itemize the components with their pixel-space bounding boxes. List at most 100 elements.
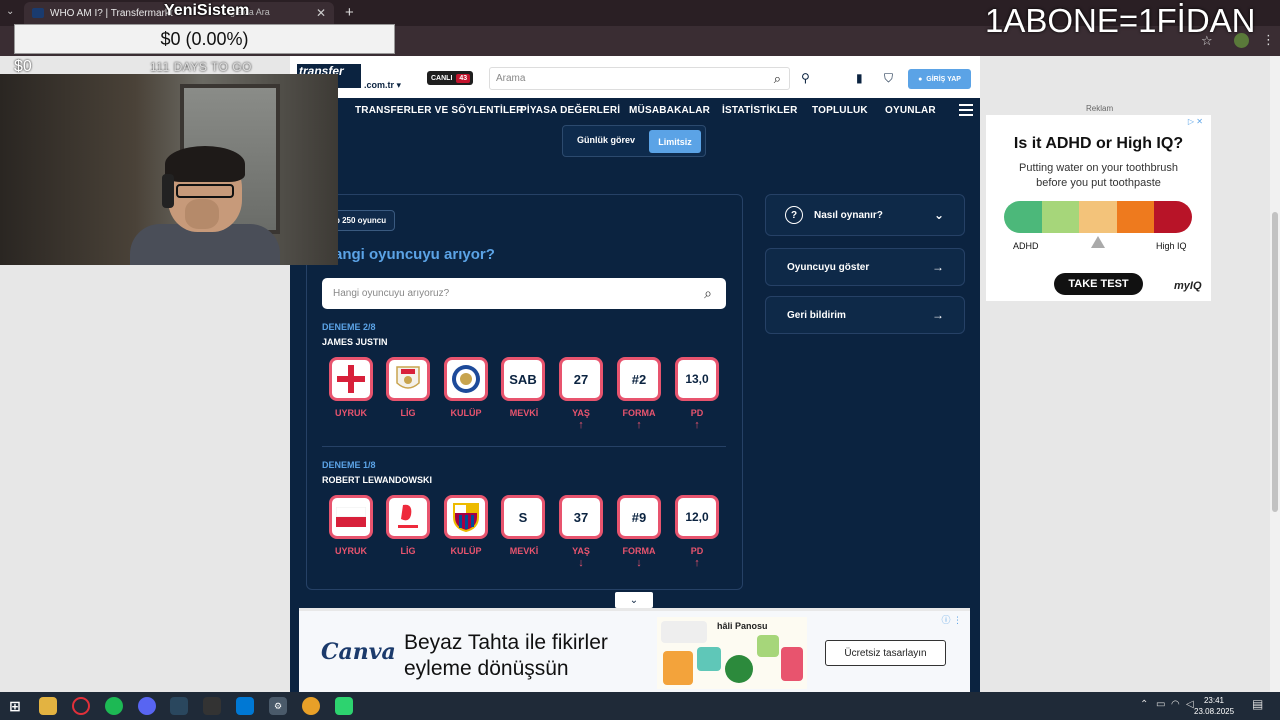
tile-label: MEVKİ xyxy=(509,408,539,418)
how-to-play-button[interactable]: ? Nasıl oynanır? ⌄ xyxy=(765,194,965,236)
tile-market-value: 13,0 xyxy=(675,357,719,401)
show-player-button[interactable]: Oyuncuyu göster → xyxy=(765,248,965,286)
page-scrollbar[interactable] xyxy=(1270,56,1280,692)
game-question: angi oyuncuyu arıyor? xyxy=(334,246,495,263)
arrow-up-icon: ↑ xyxy=(578,419,584,431)
mode-unlimited-button[interactable]: Limitsiz xyxy=(649,130,701,153)
canva-cta-button[interactable]: Ücretsiz tasarlayın xyxy=(825,640,946,666)
tile-shirt-number: #2 xyxy=(617,357,661,401)
take-test-button[interactable]: TAKE TEST xyxy=(1054,273,1143,295)
opera-icon[interactable] xyxy=(72,697,90,715)
hamburger-menu-icon[interactable] xyxy=(959,104,973,119)
ad-info-icon[interactable]: ⓘ ⋮ xyxy=(941,613,962,626)
tile-label: YAŞ xyxy=(572,408,590,418)
nav-community[interactable]: TOPLULUK xyxy=(812,105,868,116)
arrow-up-icon: ↑ xyxy=(636,419,642,431)
search-icon[interactable]: ⌕ xyxy=(774,71,781,87)
nav-market-values[interactable]: PİYASA DEĞERLERİ xyxy=(520,105,620,116)
england-flag-icon xyxy=(337,365,365,393)
donation-goal-box: $0 (0.00%) xyxy=(14,24,395,54)
mode-toggle: Günlük görev Limitsiz xyxy=(562,125,706,157)
stream-overlay-title: YeniSistem xyxy=(164,2,250,19)
arrow-up-icon: ↑ xyxy=(694,419,700,431)
nav-games[interactable]: OYUNLAR xyxy=(885,105,936,116)
windows-start-icon[interactable]: ⊞ xyxy=(6,697,24,715)
tile-position: S xyxy=(501,495,545,539)
app-icon[interactable] xyxy=(335,697,353,715)
tile-league xyxy=(386,495,430,539)
tab-search-icon[interactable]: ⌄ xyxy=(6,6,14,17)
tile-age: 27 xyxy=(559,357,603,401)
browser-menu-icon[interactable]: ⋮ xyxy=(1262,32,1275,48)
settings-icon[interactable]: ⚙ xyxy=(269,697,287,715)
nav-transfers[interactable]: TRANSFERLER VE SÖYLENTİLER xyxy=(355,105,524,116)
chrome-icon[interactable] xyxy=(302,697,320,715)
bottom-ad-text: Beyaz Tahta ile fikirler eyleme dönüşsün xyxy=(404,631,608,680)
attempt-label: DENEME 2/8 xyxy=(322,322,376,332)
site-search-input[interactable]: Arama ⌕ xyxy=(489,67,790,90)
top-250-badge: p 250 oyuncu xyxy=(330,210,395,231)
file-explorer-icon[interactable] xyxy=(39,697,57,715)
arrow-down-icon: ↓ xyxy=(578,557,584,569)
tile-market-value: 12,0 xyxy=(675,495,719,539)
network-icon[interactable]: ▭ xyxy=(1156,699,1165,710)
epic-games-icon[interactable] xyxy=(203,697,221,715)
taskbar-date[interactable]: 23.08.2025 xyxy=(1194,706,1234,717)
notification-icon[interactable]: ▤ xyxy=(1252,697,1263,711)
main-nav: TRANSFERLER VE SÖYLENTİLER PİYASA DEĞERL… xyxy=(290,98,980,124)
vscode-icon[interactable] xyxy=(236,697,254,715)
nav-matches[interactable]: MÜSABAKALAR xyxy=(629,105,710,116)
nav-statistics[interactable]: İSTATİSTİKLER xyxy=(722,105,798,116)
discord-icon[interactable] xyxy=(138,697,156,715)
shield-icon[interactable]: ⛉ xyxy=(884,71,893,86)
adchoices-icon[interactable]: ▷ ✕ xyxy=(1188,117,1203,126)
championship-logo-icon xyxy=(396,366,420,389)
scale-right-label: High IQ xyxy=(1156,241,1187,251)
bookmark-icon[interactable]: ▮ xyxy=(856,71,863,85)
stream-banner: 1ABONE=1FİDAN xyxy=(985,2,1256,39)
laliga-logo-icon xyxy=(398,504,418,528)
collapse-ad-button[interactable]: ⌄ xyxy=(615,592,653,608)
attempt-label: DENEME 1/8 xyxy=(322,460,376,470)
site-logo-domain[interactable]: .com.tr ▾ xyxy=(364,80,401,91)
arrow-right-icon: → xyxy=(932,260,944,274)
tile-club xyxy=(444,357,488,401)
feedback-button[interactable]: Geri bildirim → xyxy=(765,296,965,334)
user-search-icon[interactable]: ⚲ xyxy=(801,71,810,85)
goal-days: 111 DAYS TO GO xyxy=(150,60,252,74)
wifi-icon[interactable]: ◠ xyxy=(1171,699,1180,710)
login-button[interactable]: ● GİRİŞ YAP xyxy=(908,69,971,89)
poland-flag-icon xyxy=(336,507,366,527)
tile-label: FORMA xyxy=(622,408,656,418)
tile-label: PD xyxy=(690,546,704,556)
tile-nationality xyxy=(329,357,373,401)
attempt-player-name: ROBERT LEWANDOWSKI xyxy=(322,475,432,485)
leicester-crest-icon xyxy=(452,365,480,393)
search-icon[interactable]: ⌕ xyxy=(704,285,712,302)
windows-taskbar: ⊞ ⚙ ⌃ ▭ ◠ ◁ 23:41 23.08.2025 ▤ xyxy=(0,692,1280,720)
tile-label: MEVKİ xyxy=(509,546,539,556)
canva-logo: Canva xyxy=(321,639,396,665)
tile-league xyxy=(386,357,430,401)
player-guess-input[interactable]: Hangi oyuncuyu arıyoruz? ⌕ xyxy=(322,278,726,309)
tile-nationality xyxy=(329,495,373,539)
tile-label: LİG xyxy=(400,408,416,418)
arrow-down-icon: ↓ xyxy=(636,557,642,569)
whiteboard-image: hâli Panosu xyxy=(657,617,807,689)
chevron-down-icon: ⌄ xyxy=(933,208,944,222)
side-ad[interactable]: ▷ ✕ Is it ADHD or High IQ? Putting water… xyxy=(986,115,1211,301)
close-tab-icon[interactable]: ✕ xyxy=(316,6,326,20)
volume-icon[interactable]: ◁ xyxy=(1186,699,1194,710)
taskbar-time[interactable]: 23:41 xyxy=(1198,695,1230,706)
mode-daily-button[interactable]: Günlük görev xyxy=(577,135,635,145)
tray-chevron-icon[interactable]: ⌃ xyxy=(1140,699,1148,710)
tile-label: PD xyxy=(690,408,704,418)
new-tab-button[interactable]: + xyxy=(345,4,354,21)
steam-icon[interactable] xyxy=(170,697,188,715)
tile-age: 37 xyxy=(559,495,603,539)
question-icon: ? xyxy=(785,206,803,224)
spotify-icon[interactable] xyxy=(105,697,123,715)
live-badge[interactable]: CANLI 43 xyxy=(427,71,473,85)
tab-title: WHO AM I? | Transfermarkt xyxy=(50,7,173,19)
bottom-ad[interactable]: ⓘ ⋮ Canva Beyaz Tahta ile fikirler eyleme… xyxy=(299,608,970,692)
